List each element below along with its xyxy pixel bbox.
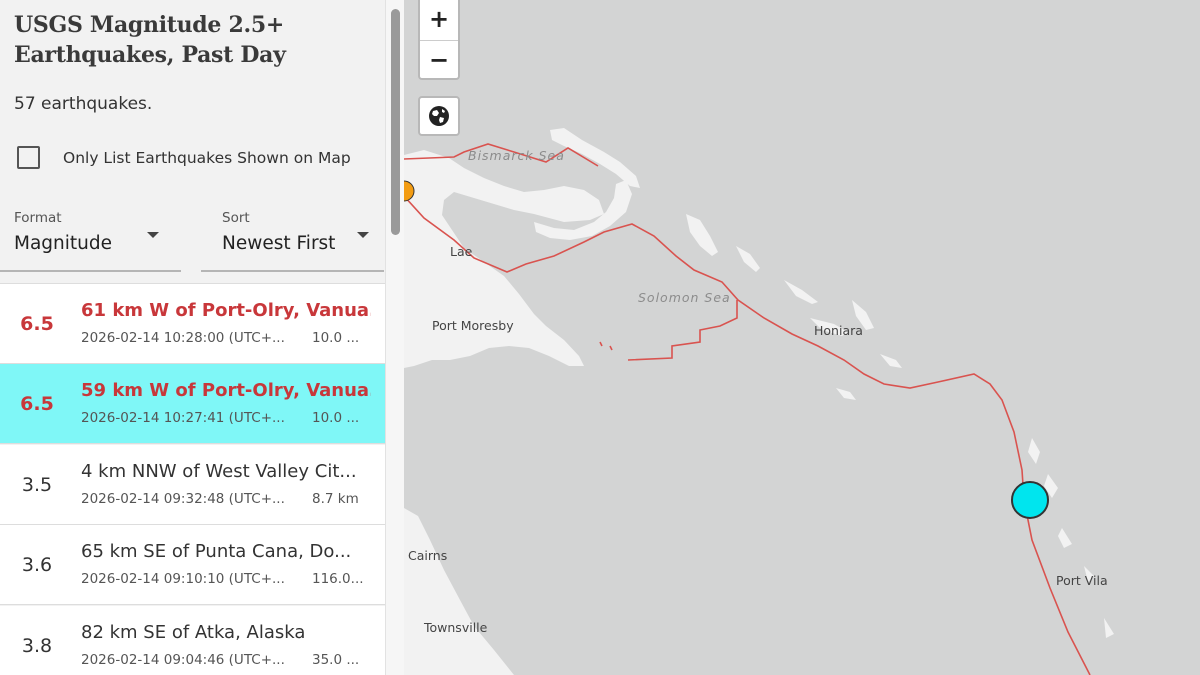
map-label-port-vila: Port Vila — [1056, 573, 1108, 588]
magnitude: 3.5 — [21, 474, 53, 496]
land-vanuatu — [1028, 438, 1114, 638]
land-bougainville — [686, 214, 718, 256]
earthquake-depth: 10.0 ... — [312, 330, 360, 346]
magnitude: 6.5 — [20, 313, 54, 335]
earthquake-place: 65 km SE of Punta Cana, Do... — [81, 541, 352, 562]
magnitude: 6.5 — [20, 393, 54, 415]
earthquake-count: 57 earthquakes. — [14, 94, 153, 114]
sidebar-scrollbar[interactable] — [385, 0, 404, 675]
sort-label: Sort — [222, 210, 250, 226]
land-new-guinea — [404, 150, 604, 368]
earthquake-marker-selected[interactable] — [1011, 481, 1049, 519]
earthquake-time: 2026-02-14 10:28:00 (UTC+... — [81, 330, 285, 346]
only-list-label: Only List Earthquakes Shown on Map — [63, 148, 351, 167]
page-title: USGS Magnitude 2.5+ Earthquakes, Past Da… — [14, 12, 286, 68]
zoom-control: + − — [418, 0, 460, 80]
layers-button[interactable] — [418, 96, 460, 136]
globe-icon — [429, 106, 449, 126]
earthquake-list: 6.5 61 km W of Port-Olry, Vanua... 2026-… — [0, 283, 385, 675]
land-australia — [404, 508, 514, 675]
zoom-out-button[interactable]: − — [420, 40, 458, 79]
earthquake-list-item[interactable]: 6.5 61 km W of Port-Olry, Vanua... 2026-… — [0, 284, 385, 364]
earthquake-time: 2026-02-14 09:32:48 (UTC+... — [81, 491, 285, 507]
map-label-bismarck-sea: Bismarck Sea — [468, 148, 565, 163]
map-label-honiara: Honiara — [814, 323, 863, 338]
earthquake-time: 2026-02-14 10:27:41 (UTC+... — [81, 410, 285, 426]
earthquake-time: 2026-02-14 09:10:10 (UTC+... — [81, 571, 285, 587]
map-label-cairns: Cairns — [408, 548, 448, 563]
only-list-checkbox[interactable] — [17, 146, 40, 169]
earthquake-depth: 8.7 km — [312, 491, 359, 507]
only-list-shown-on-map-toggle[interactable]: Only List Earthquakes Shown on Map — [17, 146, 351, 169]
map-label-solomon-sea: Solomon Sea — [638, 290, 731, 305]
map[interactable]: Bismarck Sea Solomon Sea Lae Port Moresb… — [404, 0, 1200, 675]
earthquake-list-item[interactable]: 3.8 82 km SE of Atka, Alaska 2026-02-14 … — [0, 606, 385, 675]
format-label: Format — [14, 210, 62, 226]
magnitude: 3.6 — [21, 554, 53, 576]
earthquake-place: 61 km W of Port-Olry, Vanua... — [81, 300, 371, 321]
earthquake-list-item[interactable]: 3.5 4 km NNW of West Valley Cit... 2026-… — [0, 445, 385, 525]
format-value: Magnitude — [14, 233, 113, 254]
sort-value: Newest First — [222, 233, 336, 254]
earthquake-place: 59 km W of Port-Olry, Vanua... — [81, 380, 371, 401]
caret-down-icon — [147, 232, 159, 238]
earthquake-time: 2026-02-14 09:04:46 (UTC+... — [81, 652, 285, 668]
app: USGS Magnitude 2.5+ Earthquakes, Past Da… — [0, 0, 1200, 675]
earthquake-list-sidebar: USGS Magnitude 2.5+ Earthquakes, Past Da… — [0, 0, 385, 675]
sort-select[interactable]: Sort Newest First — [201, 200, 384, 272]
map-label-townsville: Townsville — [424, 620, 488, 635]
map-label-lae: Lae — [450, 244, 473, 259]
earthquake-list-item[interactable]: 3.6 65 km SE of Punta Cana, Do... 2026-0… — [0, 525, 385, 605]
scrollbar-thumb[interactable] — [391, 9, 400, 235]
caret-down-icon — [357, 232, 369, 238]
earthquake-place: 82 km SE of Atka, Alaska — [81, 622, 306, 643]
earthquake-depth: 10.0 ... — [312, 410, 360, 426]
earthquake-list-item-selected[interactable]: 6.5 59 km W of Port-Olry, Vanua... 2026-… — [0, 364, 385, 444]
map-label-port-moresby: Port Moresby — [432, 318, 514, 333]
earthquake-place: 4 km NNW of West Valley Cit... — [81, 461, 357, 482]
plate-boundaries — [404, 143, 1091, 675]
earthquake-depth: 35.0 ... — [312, 652, 360, 668]
format-select[interactable]: Format Magnitude — [0, 200, 181, 272]
zoom-in-button[interactable]: + — [420, 0, 458, 39]
earthquake-depth: 116.0... — [312, 571, 364, 587]
magnitude: 3.8 — [21, 635, 53, 657]
